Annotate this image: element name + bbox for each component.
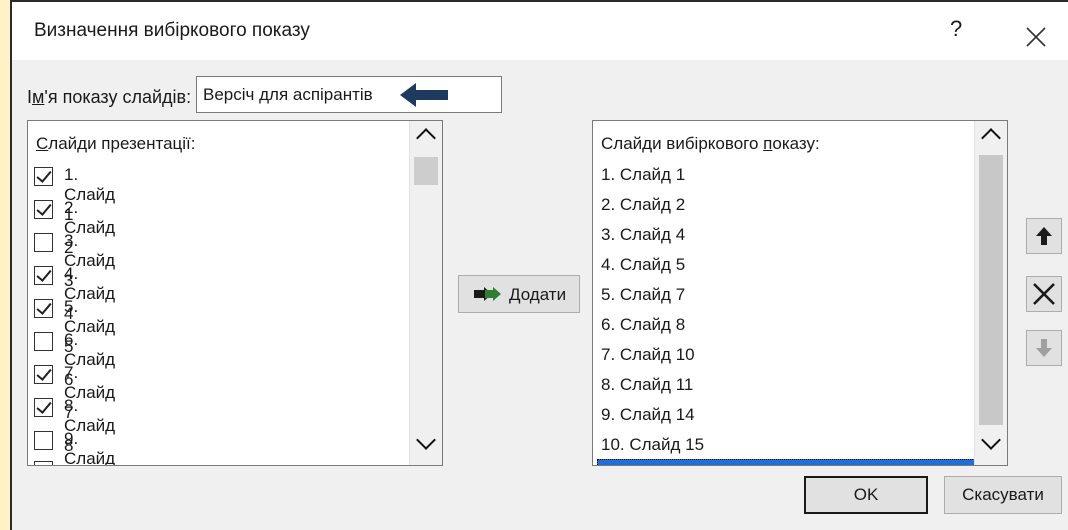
custom-show-list-item[interactable]: 6. Слайд 8 (601, 315, 685, 335)
custom-show-header-accel: п (763, 134, 773, 153)
slide-checkbox[interactable] (34, 332, 53, 351)
custom-show-list-item[interactable]: 5. Слайд 7 (601, 285, 685, 305)
presentation-slides-header-rest: лайди презентації: (48, 134, 196, 153)
presentation-slides-header: Слайди презентації: (36, 134, 196, 154)
custom-show-list-item[interactable]: 8. Слайд 11 (601, 375, 693, 395)
presentation-slides-list[interactable]: Слайди презентації: 1. Слайд 1 2. Слайд 2… (27, 120, 443, 466)
custom-show-list-item[interactable]: 4. Слайд 5 (601, 255, 685, 275)
custom-show-list-item[interactable]: 3. Слайд 4 (601, 225, 685, 245)
show-name-label-accel: м (32, 87, 45, 107)
ok-button[interactable]: OK (804, 476, 928, 514)
slide-checkbox[interactable] (34, 167, 53, 186)
add-button-label-accel: Д (509, 285, 521, 304)
scroll-thumb[interactable] (979, 155, 1003, 425)
slide-checkbox[interactable] (34, 200, 53, 219)
selected-list-item[interactable] (597, 459, 975, 465)
scroll-up-icon[interactable] (416, 128, 436, 148)
add-button-label: Додати (509, 285, 566, 305)
remove-button[interactable] (1026, 276, 1062, 312)
custom-show-list-item[interactable]: 1. Слайд 1 (601, 165, 685, 185)
custom-show-list-item[interactable]: 9. Слайд 14 (601, 405, 695, 425)
custom-show-slides-list[interactable]: Слайди вибіркового показу: 1. Слайд 1 2. … (592, 120, 1008, 466)
show-name-label-post: 'я показу слайдів: (44, 87, 192, 107)
scroll-down-icon[interactable] (416, 430, 436, 450)
scroll-down-icon[interactable] (981, 430, 1001, 450)
add-button-label-rest: одати (520, 285, 567, 304)
scroll-thumb[interactable] (414, 157, 438, 185)
remove-x-icon (1033, 283, 1055, 305)
presentation-slides-scrollbar[interactable] (409, 121, 442, 465)
double-arrow-right-icon (474, 287, 501, 301)
slide-checkbox[interactable] (34, 299, 53, 318)
slide-label: 9. Слайд 9 (64, 429, 116, 466)
move-up-button[interactable] (1026, 218, 1062, 254)
presentation-slides-header-accel: С (36, 134, 49, 153)
slide-checkbox[interactable] (34, 398, 53, 417)
add-button[interactable]: Додати (458, 275, 580, 313)
scroll-up-icon[interactable] (981, 128, 1001, 148)
arrow-up-icon (1036, 227, 1052, 245)
slide-checkbox[interactable] (34, 266, 53, 285)
slide-checkbox[interactable] (34, 365, 53, 384)
dialog-title: Визначення вибіркового показу (34, 20, 310, 41)
custom-show-header-pre: Слайди вибіркового (601, 134, 764, 153)
custom-show-slides-header: Слайди вибіркового показу: (601, 134, 820, 154)
show-name-input[interactable]: Версіч для аспірантів (196, 76, 502, 113)
custom-show-header-post: оказу: (772, 134, 820, 153)
slide-checkbox[interactable] (34, 233, 53, 252)
custom-show-scrollbar[interactable] (974, 121, 1007, 465)
close-icon (1026, 27, 1046, 47)
arrow-down-icon (1036, 339, 1052, 357)
custom-show-list-item[interactable]: 7. Слайд 10 (601, 345, 695, 365)
cancel-button[interactable]: Скасувати (944, 476, 1062, 514)
show-name-label: Ім'я показу слайдів: (27, 87, 191, 108)
slide-checkbox[interactable] (34, 431, 53, 450)
help-button[interactable]: ? (950, 16, 962, 42)
slide-checkbox[interactable] (34, 461, 53, 465)
custom-show-list-item[interactable]: 10. Слайд 15 (601, 435, 704, 455)
pointer-arrow-icon (400, 83, 448, 107)
custom-show-list-item[interactable]: 2. Слайд 2 (601, 195, 685, 215)
move-down-button[interactable] (1026, 330, 1062, 366)
